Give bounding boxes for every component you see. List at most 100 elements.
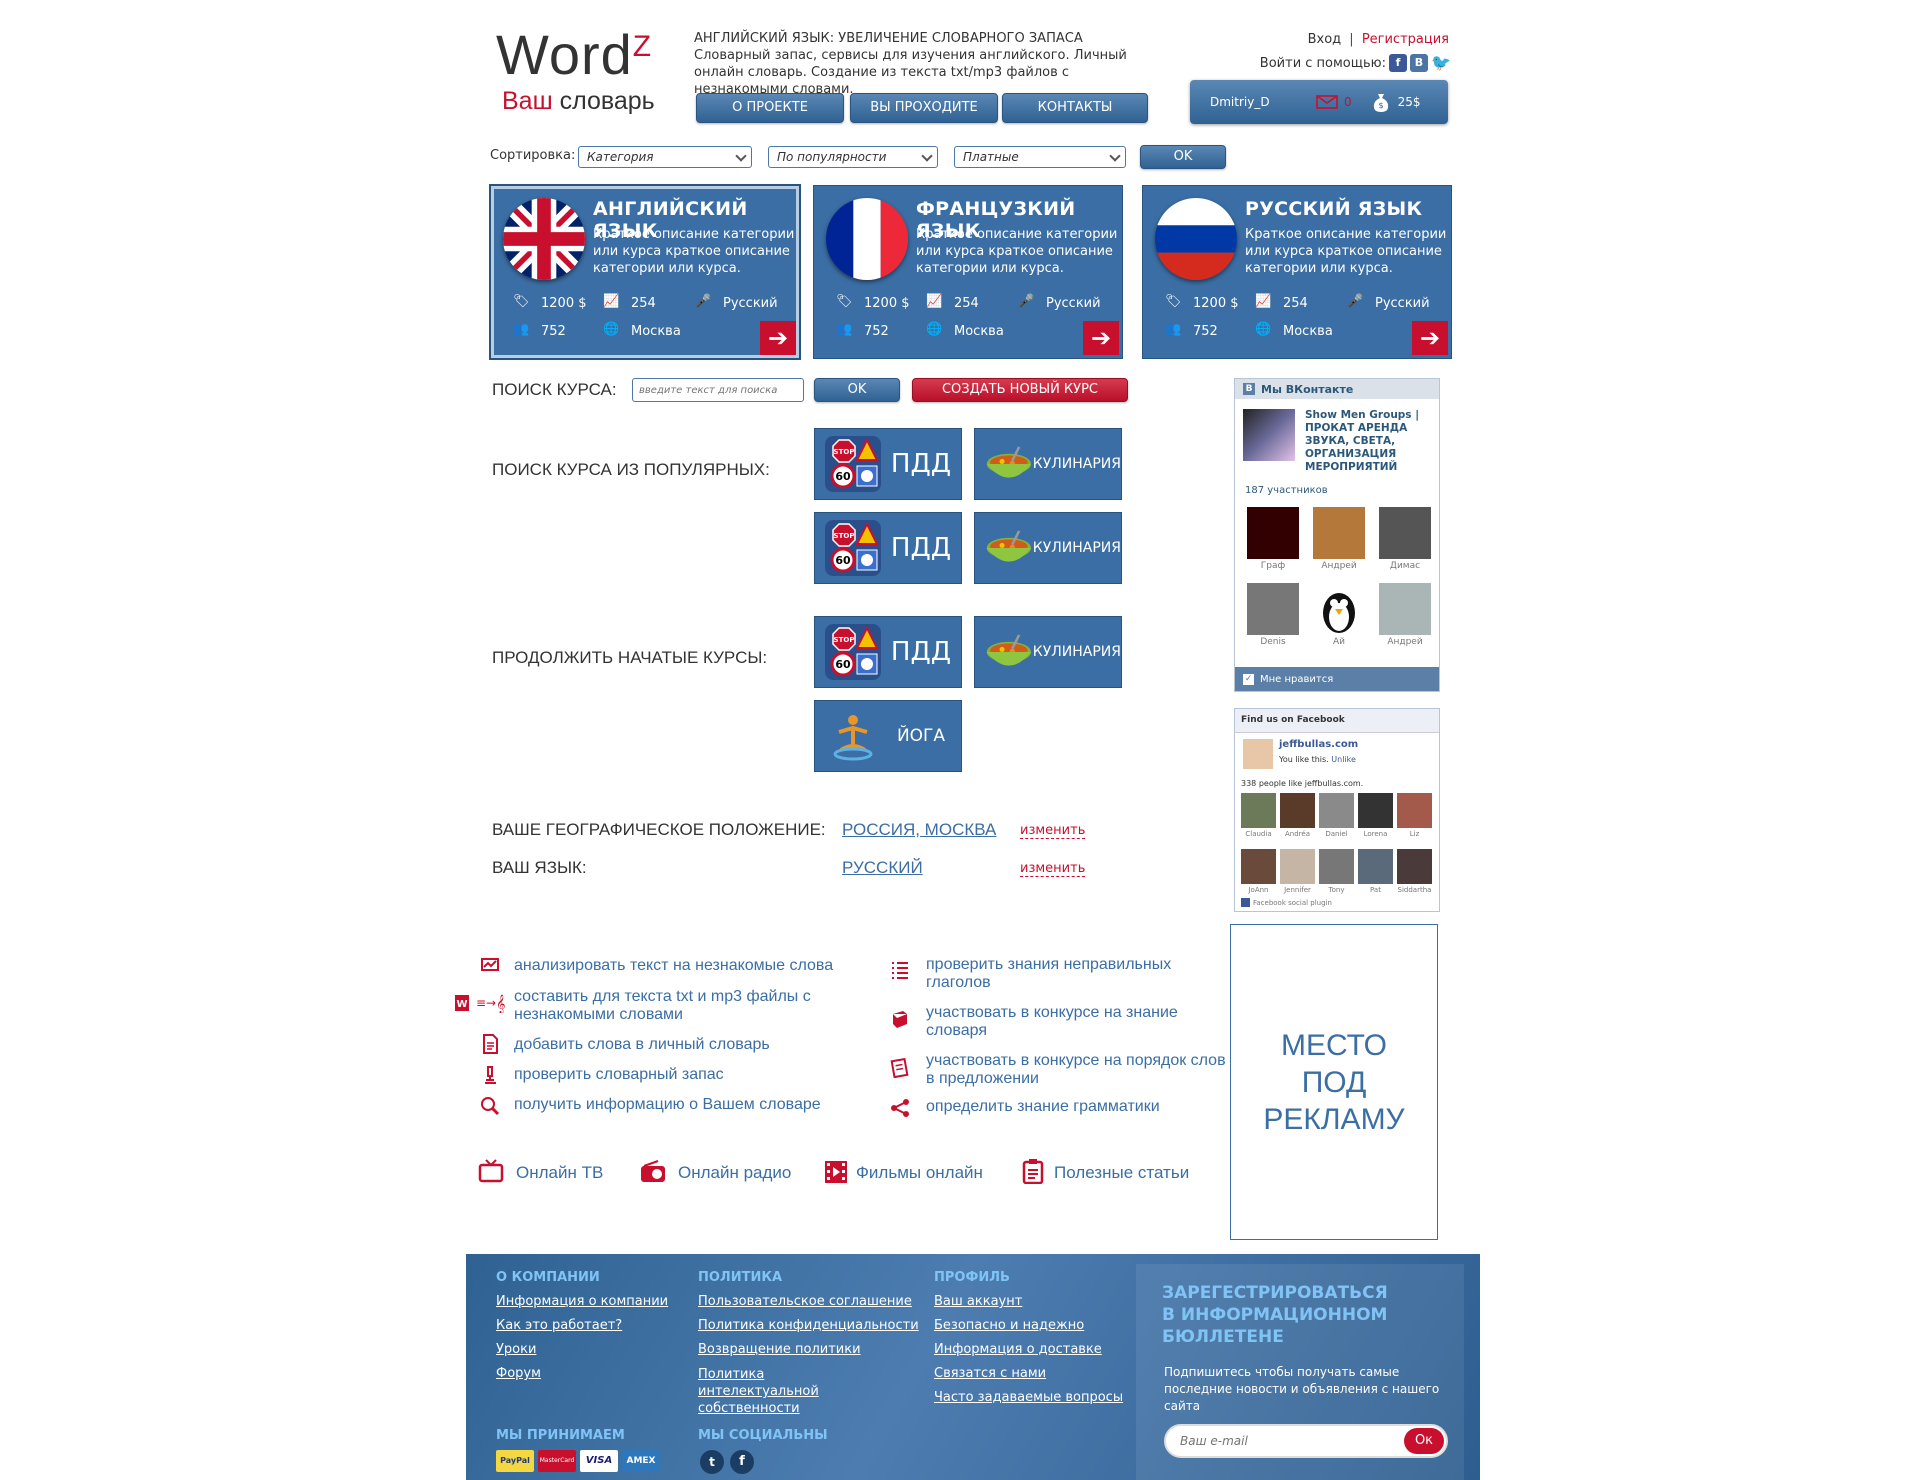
footer-link[interactable]: Безопасно и надежно	[934, 1318, 1084, 1333]
facebook-icon[interactable]: f	[1389, 54, 1407, 72]
course-tile-cooking[interactable]: КУЛИНАРИЯ	[974, 512, 1122, 584]
fb-person-avatar[interactable]	[1280, 849, 1315, 884]
footer-link[interactable]: Часто задаваемые вопросы	[934, 1390, 1123, 1405]
feature-create-files[interactable]: составить для текста txt и mp3 файлы с н…	[514, 988, 884, 1024]
footer-link[interactable]: Информация о доставке	[934, 1342, 1102, 1357]
vk-member-avatar[interactable]	[1313, 507, 1365, 559]
list-icon	[892, 962, 908, 979]
fb-person-avatar[interactable]	[1241, 849, 1276, 884]
footer-link[interactable]: Уроки	[496, 1342, 536, 1357]
footer-link[interactable]: Информация о компании	[496, 1294, 668, 1309]
nav-contacts-button[interactable]: КОНТАКТЫ	[1002, 93, 1148, 123]
fb-unlike-link[interactable]: Unlike	[1331, 755, 1356, 764]
sort-ok-button[interactable]: OK	[1140, 145, 1226, 169]
vk-members[interactable]: 187 участников	[1245, 485, 1328, 496]
vk-member-name: Граф	[1260, 561, 1286, 571]
vk-group-avatar[interactable]	[1243, 409, 1295, 461]
svg-text:W: W	[456, 999, 467, 1010]
fb-person-avatar[interactable]	[1358, 793, 1393, 828]
vk-member-name: Андрей	[1321, 561, 1357, 571]
feature-check-vocabulary[interactable]: проверить словарный запас	[514, 1066, 724, 1084]
category-card-russian[interactable]: РУССКИЙ ЯЗЫК Краткое описание категории …	[1142, 185, 1452, 359]
vk-group-name[interactable]: Show Men Groups | ПРОКАТ АРЕНДА ЗВУКА, С…	[1305, 409, 1435, 474]
footer-policy-title: ПОЛИТИКА	[698, 1270, 783, 1285]
vk-member-avatar[interactable]	[1379, 583, 1431, 635]
fb-person-avatar[interactable]	[1397, 849, 1432, 884]
fb-person-avatar[interactable]	[1319, 849, 1354, 884]
nav-about-button[interactable]: О ПРОЕКТЕ	[696, 93, 844, 123]
svg-text:STOP: STOP	[834, 532, 855, 540]
twitter-icon[interactable]: 🐦	[1431, 54, 1451, 72]
vk-member-avatar[interactable]	[1379, 507, 1431, 559]
feature-grammar[interactable]: определить знание грамматики	[926, 1098, 1160, 1116]
language-value-link[interactable]: РУССКИЙ	[842, 858, 923, 878]
useful-articles-link[interactable]: Полезные статьи	[1054, 1164, 1189, 1182]
fb-page-avatar[interactable]	[1243, 739, 1273, 769]
fb-person-avatar[interactable]	[1358, 849, 1393, 884]
online-movies-link[interactable]: Фильмы онлайн	[856, 1164, 983, 1182]
search-input[interactable]	[632, 378, 804, 402]
footer-link[interactable]: Связатся с нами	[934, 1366, 1046, 1381]
category-select[interactable]: Категория	[578, 146, 752, 168]
geo-change-link[interactable]: изменить	[1020, 823, 1086, 839]
course-tile-cooking[interactable]: КУЛИНАРИЯ	[974, 428, 1122, 500]
course-tile-yoga[interactable]: ЙОГА	[814, 700, 962, 772]
vkontakte-icon[interactable]: B	[1410, 54, 1428, 72]
course-tile-pdd[interactable]: STOP 60 ПДД	[814, 512, 962, 584]
footer-link[interactable]: Как это работает?	[496, 1318, 622, 1333]
footer-link[interactable]: Политика конфиденциальности	[698, 1318, 919, 1333]
facebook-icon[interactable]: f	[730, 1450, 754, 1474]
feature-irregular-verbs[interactable]: проверить знания неправильных глаголов	[926, 956, 1216, 992]
mail-icon[interactable]	[1316, 95, 1338, 109]
paid-select[interactable]: Платные	[954, 146, 1126, 168]
footer-link[interactable]: Политика интелектуальной собственности	[698, 1366, 878, 1417]
feature-word-order-contest[interactable]: участвовать в конкурсе на порядок слов в…	[926, 1052, 1226, 1088]
register-link[interactable]: Регистрация	[1362, 32, 1449, 47]
ad-placeholder[interactable]: МЕСТО ПОД РЕКЛАМУ	[1230, 924, 1438, 1240]
language-change-link[interactable]: изменить	[1020, 861, 1086, 877]
subscribe-button[interactable]: Ок	[1404, 1428, 1444, 1454]
footer-link[interactable]: Ваш аккаунт	[934, 1294, 1022, 1309]
fb-person-avatar[interactable]	[1319, 793, 1354, 828]
fb-person-name: Andréa	[1285, 830, 1310, 838]
subscribe-title: ЗАРЕГЕСТРИРОВАТЬСЯ В ИНФОРМАЦИОННОМ БЮЛЛ…	[1162, 1283, 1388, 1347]
course-tile-pdd[interactable]: STOP 60 ПДД	[814, 428, 962, 500]
footer-link[interactable]: Форум	[496, 1366, 541, 1381]
vk-like-button[interactable]: ✓ Мне нравится	[1235, 667, 1439, 691]
vk-member-avatar[interactable]	[1247, 507, 1299, 559]
arrow-right-icon[interactable]: ➔	[1083, 321, 1119, 355]
svg-text:𝄞: 𝄞	[496, 994, 505, 1013]
fb-page-name[interactable]: jeffbullas.com	[1279, 739, 1358, 750]
online-radio-link[interactable]: Онлайн радио	[678, 1164, 791, 1182]
category-card-english[interactable]: АНГЛИЙСКИЙ ЯЗЫК Краткое описание категор…	[490, 185, 800, 359]
feature-add-words[interactable]: добавить слова в личный словарь	[514, 1036, 770, 1054]
course-tile-pdd[interactable]: STOP 60 ПДД	[814, 616, 962, 688]
twitter-icon[interactable]: t	[700, 1450, 724, 1474]
fb-person-avatar[interactable]	[1397, 793, 1432, 828]
popularity-select[interactable]: По популярности	[768, 146, 938, 168]
logo-word[interactable]: WordZ	[496, 22, 652, 87]
feature-dictionary-contest[interactable]: участвовать в конкурсе на знание словаря	[926, 1004, 1216, 1040]
chart-icon: 📈	[603, 294, 620, 309]
username[interactable]: Dmitriy_D	[1210, 95, 1316, 109]
footer-link[interactable]: Возвращение политики	[698, 1342, 861, 1357]
search-ok-button[interactable]: OK	[814, 378, 900, 402]
tile-label: ЙОГА	[896, 726, 946, 746]
geo-value-link[interactable]: РОССИЯ, МОСКВА	[842, 820, 996, 840]
penguin-avatar-icon[interactable]	[1313, 583, 1365, 635]
fb-person-avatar[interactable]	[1241, 793, 1276, 828]
create-course-button[interactable]: СОЗДАТЬ НОВЫЙ КУРС	[912, 378, 1128, 402]
feature-analyze[interactable]: анализировать текст на незнакомые слова	[514, 957, 833, 975]
vk-member-avatar[interactable]	[1247, 583, 1299, 635]
footer-link[interactable]: Пользовательское соглашение	[698, 1294, 912, 1309]
category-card-french[interactable]: ФРАНЦУЗКИЙ ЯЗЫК Краткое описание категор…	[813, 185, 1123, 359]
login-link[interactable]: Вход	[1308, 32, 1342, 47]
online-tv-link[interactable]: Онлайн ТВ	[516, 1164, 603, 1182]
globe-icon: 🌐	[1255, 322, 1272, 337]
feature-dictionary-info[interactable]: получить информацию о Вашем словаре	[514, 1096, 821, 1114]
course-tile-cooking[interactable]: КУЛИНАРИЯ	[974, 616, 1122, 688]
fb-person-avatar[interactable]	[1280, 793, 1315, 828]
arrow-right-icon[interactable]: ➔	[1412, 321, 1448, 355]
arrow-right-icon[interactable]: ➔	[760, 321, 796, 355]
nav-courses-button[interactable]: ВЫ ПРОХОДИТЕ	[850, 93, 998, 123]
